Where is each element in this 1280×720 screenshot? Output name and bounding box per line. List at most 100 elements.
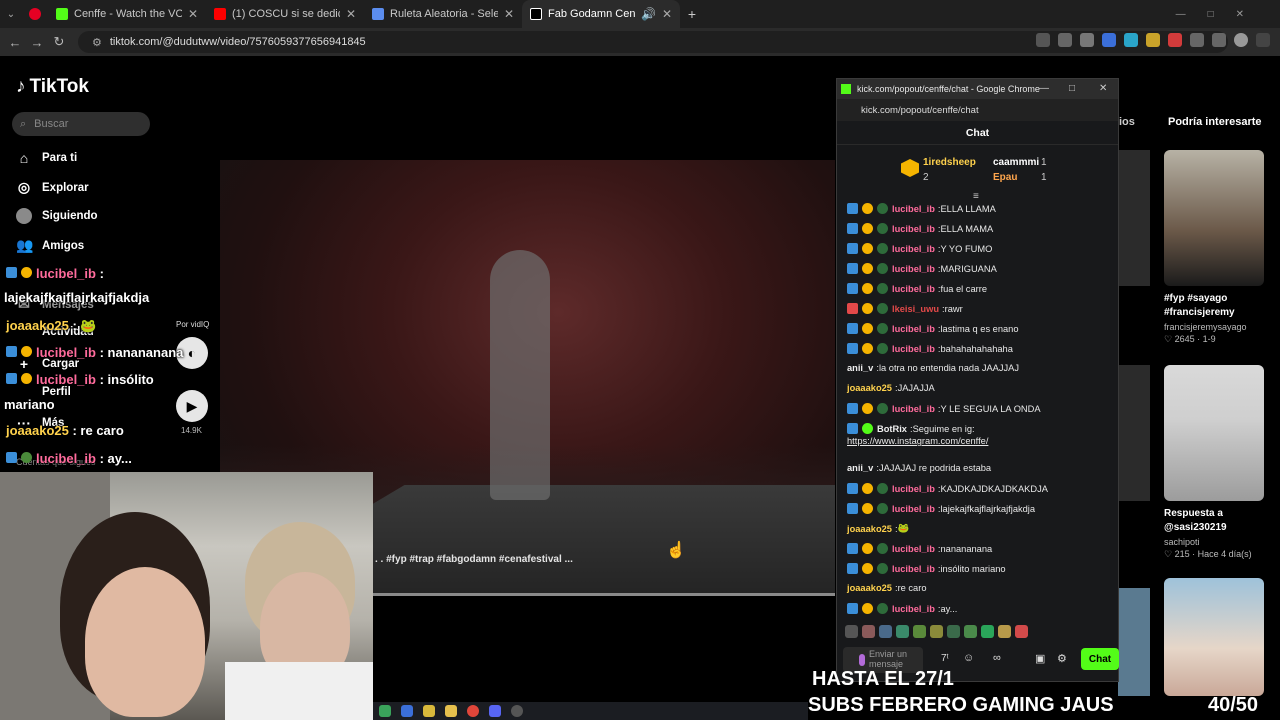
chat-username[interactable]: anii_v	[847, 363, 873, 373]
tab-search-icon[interactable]: ⌄	[0, 9, 22, 20]
close-icon[interactable]: ✕	[346, 7, 356, 21]
back-icon[interactable]: ←	[4, 35, 26, 50]
folder-icon[interactable]	[445, 705, 457, 717]
discord-icon[interactable]	[489, 705, 501, 717]
emote-icon[interactable]	[845, 625, 858, 638]
reload-icon[interactable]: ↻	[48, 34, 70, 50]
recommendation-card[interactable]: Respuesta a @sasi230219 sachipoti ♡ 215 …	[1164, 365, 1264, 560]
video-caption[interactable]: . . #fyp #trap #fabgodamn #cenafestival …	[375, 554, 573, 565]
translate-icon[interactable]	[1058, 33, 1072, 47]
site-info-icon[interactable]: ⚙	[92, 36, 102, 49]
chat-username[interactable]: lucibel_ib	[892, 324, 935, 334]
maximize-icon[interactable]: □	[1069, 83, 1075, 94]
play-button[interactable]: ▶	[176, 390, 208, 422]
menu-icon[interactable]	[1212, 33, 1226, 47]
emote-icon[interactable]	[879, 625, 892, 638]
profile-avatar[interactable]	[1234, 33, 1248, 47]
chat-username[interactable]: lucibel_ib	[892, 264, 935, 274]
nav-para-ti[interactable]: ⌂ Para ti	[16, 150, 77, 166]
emote-icon[interactable]: 7ᵗ	[941, 653, 949, 664]
chat-username[interactable]: joaaako25	[847, 583, 892, 593]
speaker-icon[interactable]: 🔊	[641, 7, 656, 21]
more-icon[interactable]	[1256, 33, 1270, 47]
emote-icon[interactable]	[981, 625, 994, 638]
nav-explorar[interactable]: ◎ Explorar	[16, 179, 89, 196]
extension-icon[interactable]	[1146, 33, 1160, 47]
emote-icon[interactable]	[947, 625, 960, 638]
close-icon[interactable]: ✕	[662, 7, 672, 21]
emote-icon[interactable]	[930, 625, 943, 638]
chat-text: ELLA LLAMA	[940, 203, 996, 214]
streamer-face	[85, 567, 205, 717]
chat-username[interactable]: lucibel_ib	[892, 224, 935, 234]
emote-icon[interactable]	[1015, 625, 1028, 638]
chat-username[interactable]: lucibel_ib	[892, 564, 935, 574]
overlay-user: joaaako25	[6, 318, 69, 333]
emoji-icon[interactable]: ☺	[963, 652, 974, 664]
chat-username[interactable]: lkeisi_uwu	[892, 304, 939, 314]
recommendation-card[interactable]: #fyp #sayago #francisjeremy francisjerem…	[1164, 150, 1264, 345]
chat-username[interactable]: lucibel_ib	[892, 344, 935, 354]
chat-username[interactable]: lucibel_ib	[892, 204, 935, 214]
chat-username[interactable]: lucibel_ib	[892, 284, 935, 294]
message-link[interactable]: https://www.instagram.com/cenffe/	[847, 436, 988, 446]
emote-icon[interactable]	[913, 625, 926, 638]
peek-thumb[interactable]	[1118, 365, 1150, 501]
tab-kick-vod[interactable]: Cenffe - Watch the VOD on ✕	[48, 0, 206, 28]
chat-username[interactable]: lucibel_ib	[892, 244, 935, 254]
minimize-icon[interactable]: —	[1039, 83, 1049, 94]
pinterest-tab-icon[interactable]	[22, 8, 48, 20]
extension-icon[interactable]	[1102, 33, 1116, 47]
chat-username[interactable]: anii_v	[847, 463, 873, 473]
window-controls[interactable]: —□✕	[1176, 9, 1280, 20]
tab-ruleta[interactable]: Ruleta Aleatoria - Selector Pers ✕	[364, 0, 522, 28]
recommendation-card[interactable]	[1164, 578, 1264, 696]
forward-icon[interactable]: →	[26, 35, 48, 50]
badge-icon	[877, 343, 888, 354]
close-icon[interactable]: ✕	[504, 7, 514, 21]
close-icon[interactable]: ✕	[188, 7, 198, 21]
extension-icon[interactable]	[1124, 33, 1138, 47]
peek-thumb[interactable]	[1118, 150, 1150, 286]
close-icon[interactable]: ✕	[1099, 83, 1107, 94]
chat-username[interactable]: lucibel_ib	[892, 484, 935, 494]
emote-icon[interactable]	[896, 625, 909, 638]
star-icon[interactable]	[1080, 33, 1094, 47]
chat-username[interactable]: joaaako25	[847, 524, 892, 534]
emote-icon[interactable]	[862, 625, 875, 638]
filter-icon[interactable]: ≡	[973, 191, 979, 202]
tab-youtube[interactable]: (1) COSCU si se dedicara a sac ✕	[206, 0, 364, 28]
chat-username[interactable]: lucibel_ib	[892, 544, 935, 554]
search-input[interactable]: ⌕ Buscar	[12, 112, 150, 136]
gift-icon[interactable]: ▣	[1035, 652, 1045, 665]
taskbar-app-icon[interactable]	[401, 705, 413, 717]
mic-icon[interactable]	[859, 654, 865, 666]
tiktok-logo[interactable]: ♪ TikTok	[16, 76, 89, 98]
new-tab-button[interactable]: +	[680, 6, 704, 22]
cast-icon[interactable]	[1036, 33, 1050, 47]
kick-icon	[56, 8, 68, 20]
chat-username[interactable]: joaaako25	[847, 383, 892, 393]
emote-icon[interactable]	[964, 625, 977, 638]
adblock-icon[interactable]	[1168, 33, 1182, 47]
chat-username[interactable]: lucibel_ib	[892, 604, 935, 614]
taskbar-app-icon[interactable]	[423, 705, 435, 717]
send-chat-button[interactable]: Chat	[1081, 648, 1119, 670]
chat-username[interactable]: BotRix	[877, 424, 907, 434]
video-progress-bar[interactable]	[373, 593, 835, 596]
nav-amigos[interactable]: 👥 Amigos	[16, 237, 84, 254]
settings-icon[interactable]: ⚙	[1057, 652, 1067, 665]
chat-username[interactable]: lucibel_ib	[892, 504, 935, 514]
badge-icon	[862, 503, 873, 514]
chat-username[interactable]: lucibel_ib	[892, 404, 935, 414]
puzzle-icon[interactable]	[1190, 33, 1204, 47]
nav-siguiendo[interactable]: Siguiendo	[16, 208, 98, 224]
emote-icon[interactable]	[998, 625, 1011, 638]
taskbar-app-icon[interactable]	[379, 705, 391, 717]
points-icon[interactable]: ∞	[993, 652, 1001, 664]
obs-icon[interactable]	[511, 705, 523, 717]
peek-thumb[interactable]	[1118, 588, 1150, 696]
popout-url[interactable]: kick.com/popout/cenffe/chat	[837, 99, 1118, 121]
tab-tiktok[interactable]: Fab Godamn Cena Festival 🔊 ✕	[522, 0, 680, 28]
chrome-icon[interactable]	[467, 705, 479, 717]
